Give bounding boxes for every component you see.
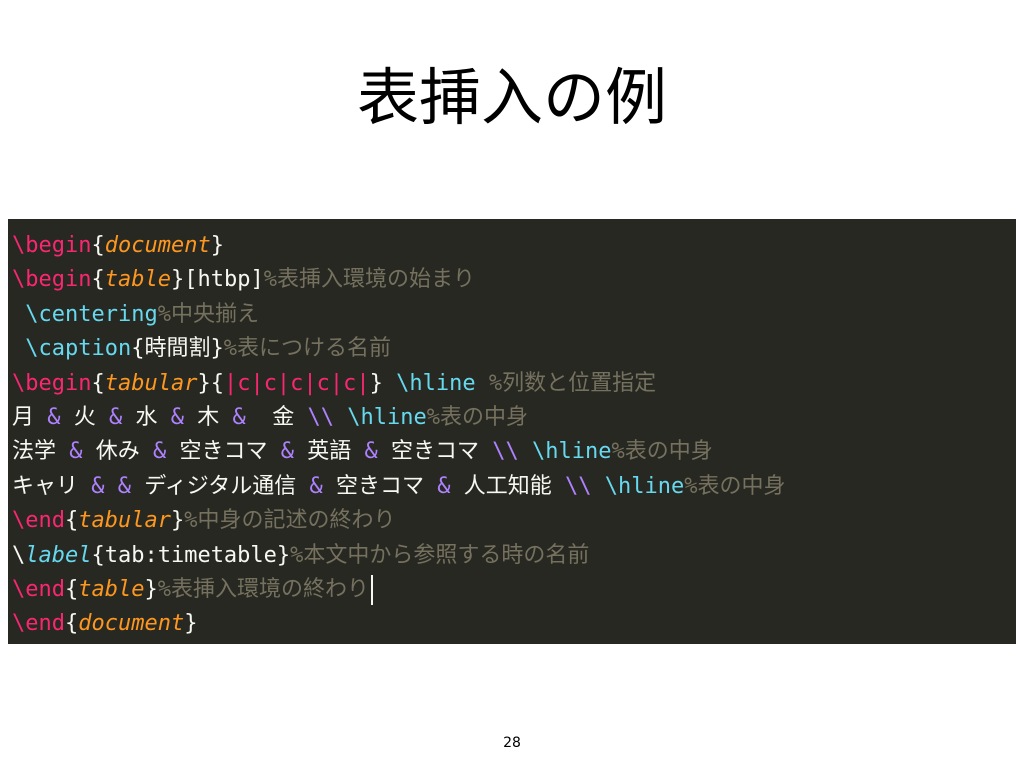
code-line: \label{tab:timetable}%本文中から参照する時の名前	[12, 539, 1016, 573]
brace: {	[91, 233, 105, 258]
brace: {	[64, 576, 79, 602]
column-spec: |c|c|c|c|c|	[223, 370, 370, 396]
environment-name: document	[104, 233, 211, 258]
brace: }	[369, 370, 383, 396]
column-separator: &	[109, 404, 123, 430]
column-separator: &	[280, 439, 294, 465]
code-comment: %表の中身	[611, 439, 713, 465]
code-comment: %本文中から参照する時の名前	[290, 542, 590, 568]
code-line: 月 & 火 & 水 & 木 & 金 \\ \hline%表の中身	[12, 401, 1016, 435]
code-line: キャリ & & ディジタル通信 & 空きコマ & 人工知能 \\ \hline%…	[12, 470, 1016, 504]
code-line: \centering%中央揃え	[12, 298, 1016, 332]
code-text: {時間割}	[131, 336, 224, 362]
code-text: 木	[184, 404, 233, 430]
code-comment: %中身の記述の終わり	[184, 508, 396, 534]
column-separator: &	[437, 473, 451, 499]
code-text: 空きコマ	[166, 439, 281, 465]
column-separator: &	[153, 439, 167, 465]
environment-name: table	[104, 267, 171, 293]
environment-name: document	[78, 611, 185, 637]
latex-command: \centering	[12, 301, 158, 327]
code-comment: %表の中身	[426, 404, 528, 430]
code-text: 人工知能	[450, 473, 566, 499]
command-name: label	[25, 542, 92, 568]
column-separator: &	[232, 404, 246, 430]
code-comment: %列数と位置指定	[475, 370, 657, 396]
latex-command: \end	[12, 611, 65, 637]
brace: }	[170, 508, 185, 534]
code-comment: %表挿入環境の終わり	[157, 576, 369, 602]
code-line: \begin{tabular}{|c|c|c|c|c|} \hline %列数と…	[12, 367, 1016, 401]
code-comment: %表につける名前	[223, 336, 391, 362]
column-separator: \\	[565, 473, 592, 499]
code-comment: %中央揃え	[157, 301, 259, 327]
code-text: 空きコマ	[322, 473, 438, 499]
code-text: 空きコマ	[377, 439, 493, 465]
environment-name: table	[78, 576, 145, 602]
latex-command: \hline	[382, 370, 476, 396]
environment-name: tabular	[104, 370, 198, 396]
code-line: \caption{時間割}%表につける名前	[12, 332, 1016, 366]
column-separator: \\	[307, 404, 335, 430]
latex-command: \end	[12, 508, 65, 534]
code-line: \end{tabular}%中身の記述の終わり	[12, 504, 1016, 538]
latex-command: \caption	[12, 336, 132, 362]
brace: {	[64, 611, 79, 637]
slide-title: 表挿入の例	[356, 61, 667, 134]
latex-command: \hline	[518, 439, 612, 465]
column-separator: &	[69, 439, 83, 465]
code-line: \begin{table}[htbp]%表挿入環境の始まり	[12, 263, 1016, 297]
code-text: 法学	[12, 439, 70, 465]
code-text: [htbp]	[184, 267, 264, 293]
code-line: \begin{document}	[12, 229, 1016, 263]
code-text: \	[12, 542, 26, 568]
brace: {	[91, 267, 105, 293]
code-editor[interactable]: \begin{document} \begin{table}[htbp]%表挿入環…	[8, 219, 1016, 644]
brace: }	[210, 233, 224, 258]
latex-command: \begin	[12, 233, 92, 258]
brace: }	[170, 267, 185, 293]
latex-command: \end	[12, 576, 65, 602]
column-separator: \\	[492, 439, 519, 465]
environment-name: tabular	[78, 508, 171, 534]
code-line: \end{document}	[12, 607, 1016, 641]
code-text: ディジタル通信	[131, 473, 310, 499]
code-text: 英語	[294, 439, 365, 465]
code-text: 水	[122, 404, 171, 430]
code-text: キャリ	[12, 473, 92, 499]
code-text: 火	[60, 404, 109, 430]
column-separator: &	[117, 473, 131, 499]
brace: }	[144, 576, 158, 602]
code-comment: %表の中身	[684, 473, 786, 499]
code-text: 月	[12, 404, 48, 430]
brace: {	[210, 370, 224, 396]
brace: {	[64, 508, 79, 534]
text-cursor	[370, 574, 373, 605]
code-comment: %表挿入環境の始まり	[263, 267, 475, 293]
column-separator: &	[309, 473, 323, 499]
code-line: 法学 & 休み & 空きコマ & 英語 & 空きコマ \\ \hline%表の中…	[12, 435, 1016, 469]
brace: }	[197, 370, 211, 396]
brace: {	[91, 370, 105, 396]
code-line: \end{table}%表挿入環境の終わり	[12, 573, 1016, 607]
code-text: {tab:timetable}	[91, 542, 291, 568]
column-separator: &	[91, 473, 105, 499]
column-separator: &	[47, 404, 61, 430]
code-text: 金	[245, 404, 308, 430]
latex-command: \begin	[12, 267, 92, 293]
brace: }	[184, 611, 198, 637]
page-number: 28	[503, 735, 521, 751]
latex-command: \hline	[591, 473, 685, 499]
column-separator: &	[170, 404, 184, 430]
column-separator: &	[364, 439, 378, 465]
code-text: 休み	[82, 439, 153, 465]
latex-command: \hline	[334, 404, 427, 430]
latex-command: \begin	[12, 370, 92, 396]
